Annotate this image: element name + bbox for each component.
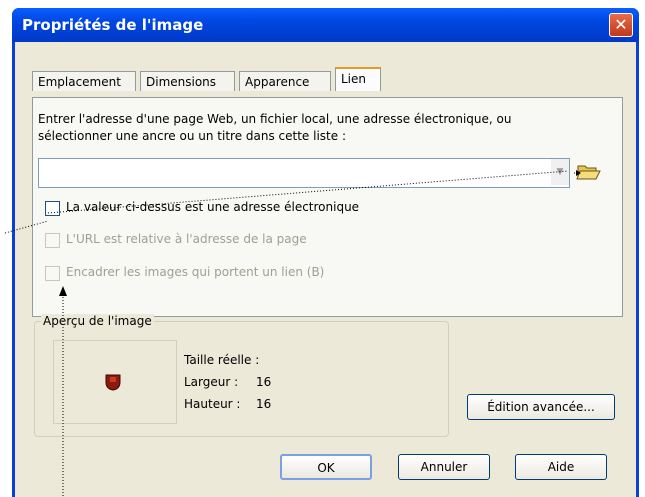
annotation-overlay — [4, 170, 569, 497]
